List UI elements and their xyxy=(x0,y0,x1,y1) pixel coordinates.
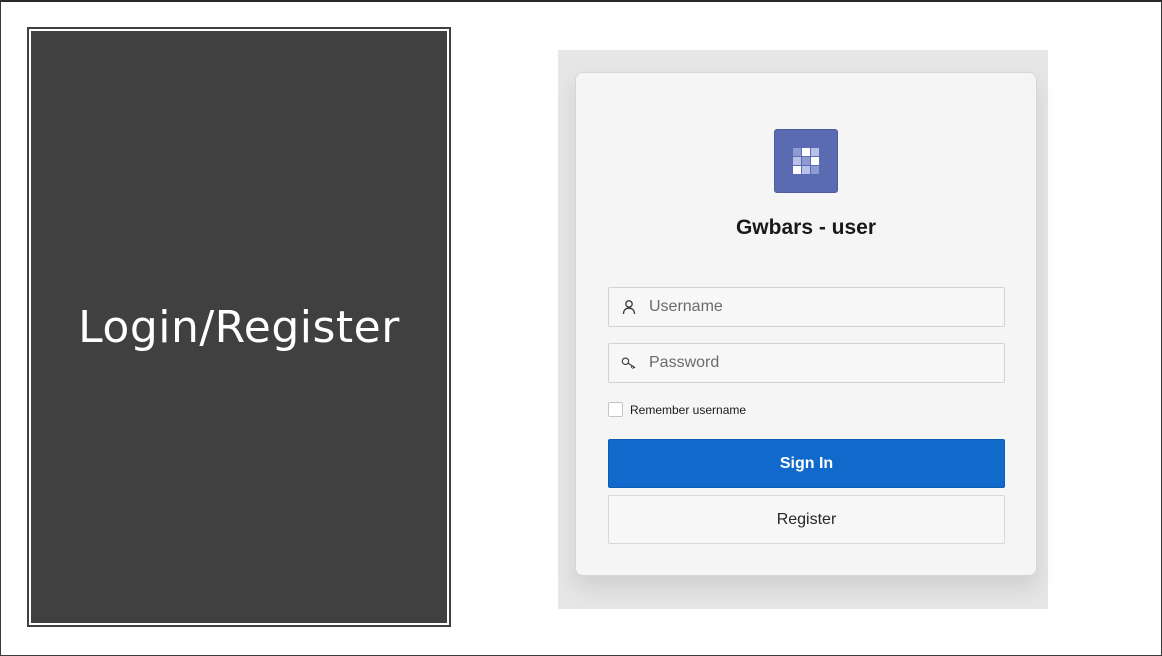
remember-username-row[interactable]: Remember username xyxy=(608,402,746,417)
password-field[interactable] xyxy=(608,343,1005,383)
grid-app-icon xyxy=(774,129,838,193)
logo-grid xyxy=(793,148,819,174)
username-input[interactable] xyxy=(649,298,989,316)
sign-in-button[interactable]: Sign In xyxy=(608,439,1005,488)
user-icon xyxy=(621,299,637,315)
remember-username-label[interactable]: Remember username xyxy=(630,403,746,417)
login-card: Gwbars - user Remember username Sign In … xyxy=(575,72,1037,576)
app-title: Gwbars - user xyxy=(735,216,877,239)
remember-username-checkbox[interactable] xyxy=(608,402,623,417)
password-input[interactable] xyxy=(649,354,989,372)
slide-title: Login/Register xyxy=(78,301,400,353)
username-field[interactable] xyxy=(608,287,1005,327)
title-panel: Login/Register xyxy=(27,27,451,627)
key-icon xyxy=(621,355,637,371)
register-button[interactable]: Register xyxy=(608,495,1005,544)
title-panel-fill: Login/Register xyxy=(31,31,447,623)
